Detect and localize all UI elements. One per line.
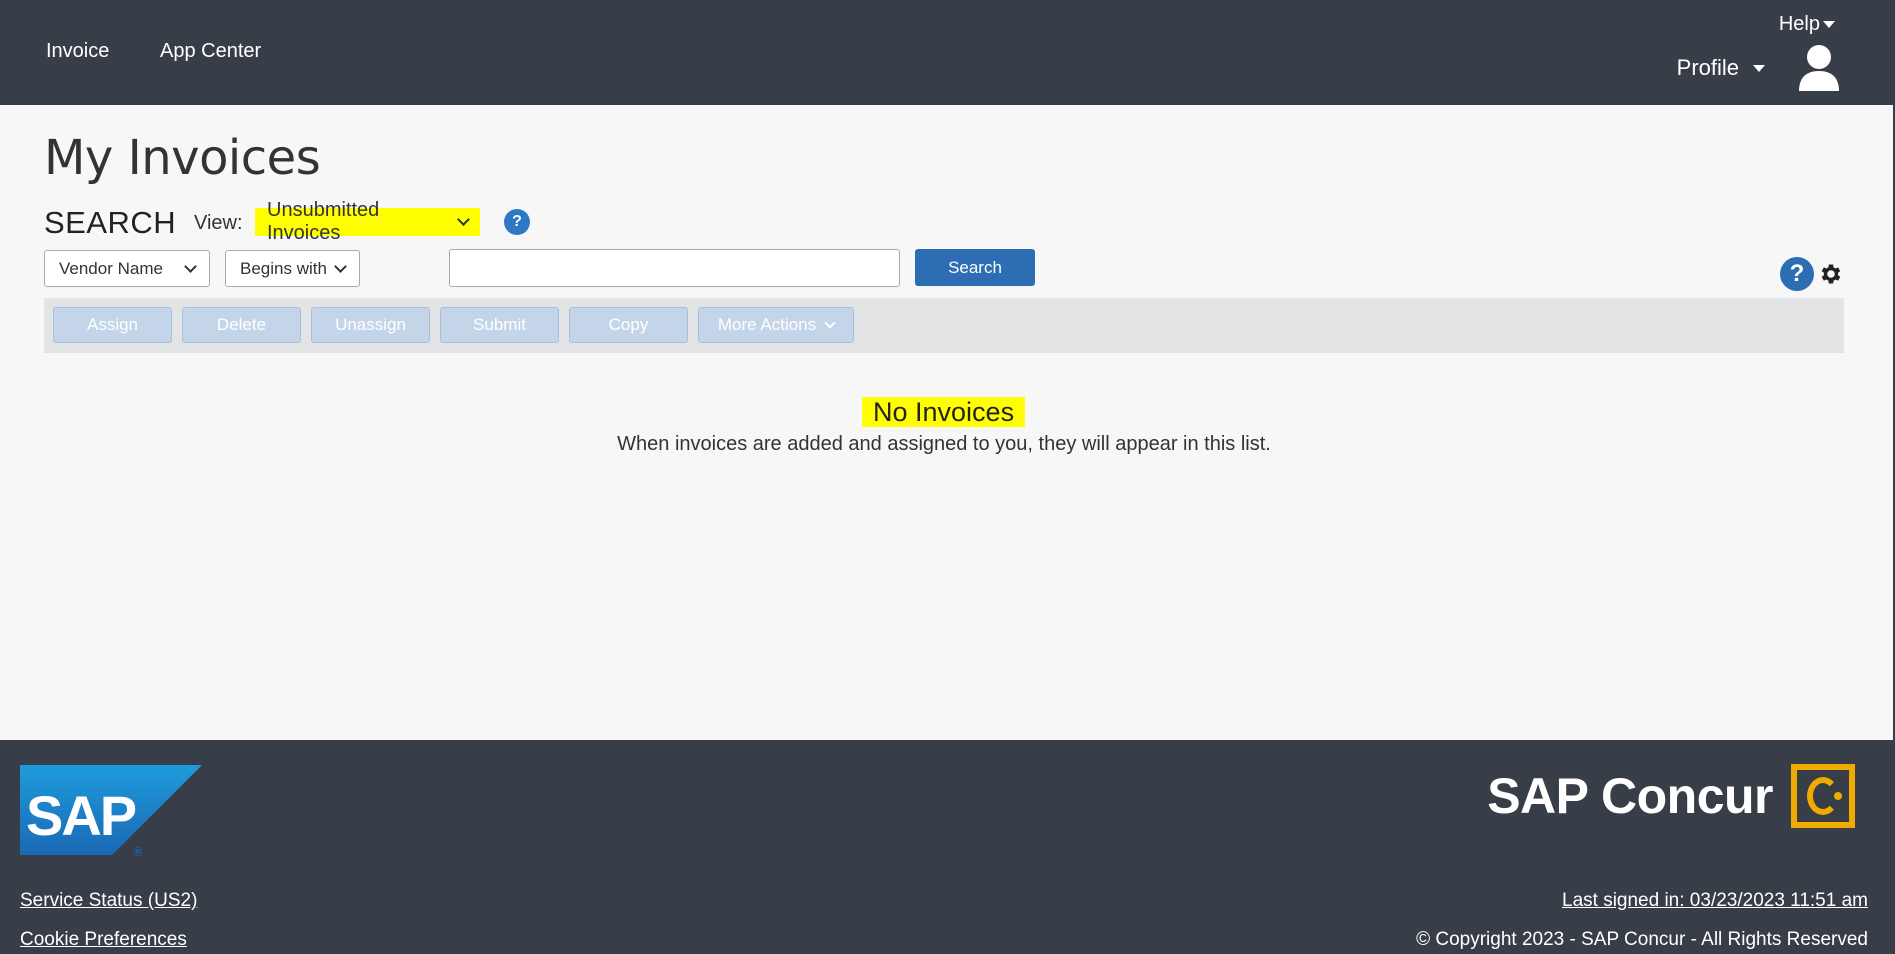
help-menu-label: Help: [1778, 13, 1820, 35]
unassign-button[interactable]: Unassign: [311, 307, 430, 343]
search-operator-value: Begins with: [240, 258, 327, 278]
footer: SAP ® SAP Concur Service Status (US2) Co…: [0, 740, 1895, 954]
view-select-value: Unsubmitted Invoices: [267, 199, 380, 244]
delete-button[interactable]: Delete: [182, 307, 301, 343]
profile-menu[interactable]: Profile: [1677, 55, 1765, 81]
cookie-preferences-link[interactable]: Cookie Preferences: [20, 929, 187, 951]
caret-down-icon: [1753, 64, 1765, 72]
question-circle-icon[interactable]: ?: [1780, 257, 1814, 291]
nav-app-center[interactable]: App Center: [160, 40, 261, 63]
profile-menu-label: Profile: [1676, 55, 1739, 80]
more-actions-label: More Actions: [717, 315, 817, 334]
search-field-value: Vendor Name: [59, 258, 163, 278]
copy-button[interactable]: Copy: [569, 307, 688, 343]
concur-mark-icon: [1791, 764, 1855, 828]
brand-name: SAP Concur: [1487, 768, 1773, 824]
chevron-down-icon: [824, 316, 836, 329]
empty-state-message: When invoices are added and assigned to …: [617, 433, 1271, 455]
gear-icon[interactable]: [1818, 261, 1844, 287]
svg-text:SAP: SAP: [26, 784, 136, 847]
copyright-text: © Copyright 2023 - SAP Concur - All Righ…: [1416, 929, 1868, 950]
chevron-down-icon: [184, 259, 197, 273]
view-select[interactable]: Unsubmitted Invoices: [255, 199, 480, 244]
search-input[interactable]: [449, 249, 900, 287]
chevron-down-icon: [334, 259, 347, 273]
top-navigation-bar: Invoice App Center Help Profile: [0, 0, 1895, 105]
caret-down-icon: [1823, 21, 1835, 28]
search-button[interactable]: Search: [915, 249, 1035, 286]
search-operator-select[interactable]: Begins with: [225, 250, 360, 287]
sap-concur-logo: SAP Concur: [1487, 764, 1855, 828]
chevron-down-icon: [457, 212, 470, 226]
search-field-select[interactable]: Vendor Name: [44, 250, 210, 287]
svg-text:®: ®: [132, 845, 144, 857]
question-circle-icon[interactable]: ?: [504, 209, 530, 235]
view-label: View:: [194, 212, 243, 234]
more-actions-button[interactable]: More Actions: [698, 307, 854, 343]
user-icon[interactable]: [1797, 43, 1841, 91]
page-title: My Invoices: [44, 130, 321, 186]
submit-button[interactable]: Submit: [440, 307, 559, 343]
action-toolbar: Assign Delete Unassign Submit Copy More …: [44, 298, 1844, 353]
nav-invoice[interactable]: Invoice: [46, 40, 109, 63]
search-heading: SEARCH: [44, 205, 177, 240]
sap-logo: SAP ®: [20, 765, 202, 857]
last-signed-in-link[interactable]: Last signed in: 03/23/2023 11:51 am: [1562, 890, 1868, 912]
empty-state-title: No Invoices: [862, 397, 1026, 427]
assign-button[interactable]: Assign: [53, 307, 172, 343]
service-status-link[interactable]: Service Status (US2): [20, 890, 197, 912]
help-menu[interactable]: Help: [1779, 13, 1835, 36]
